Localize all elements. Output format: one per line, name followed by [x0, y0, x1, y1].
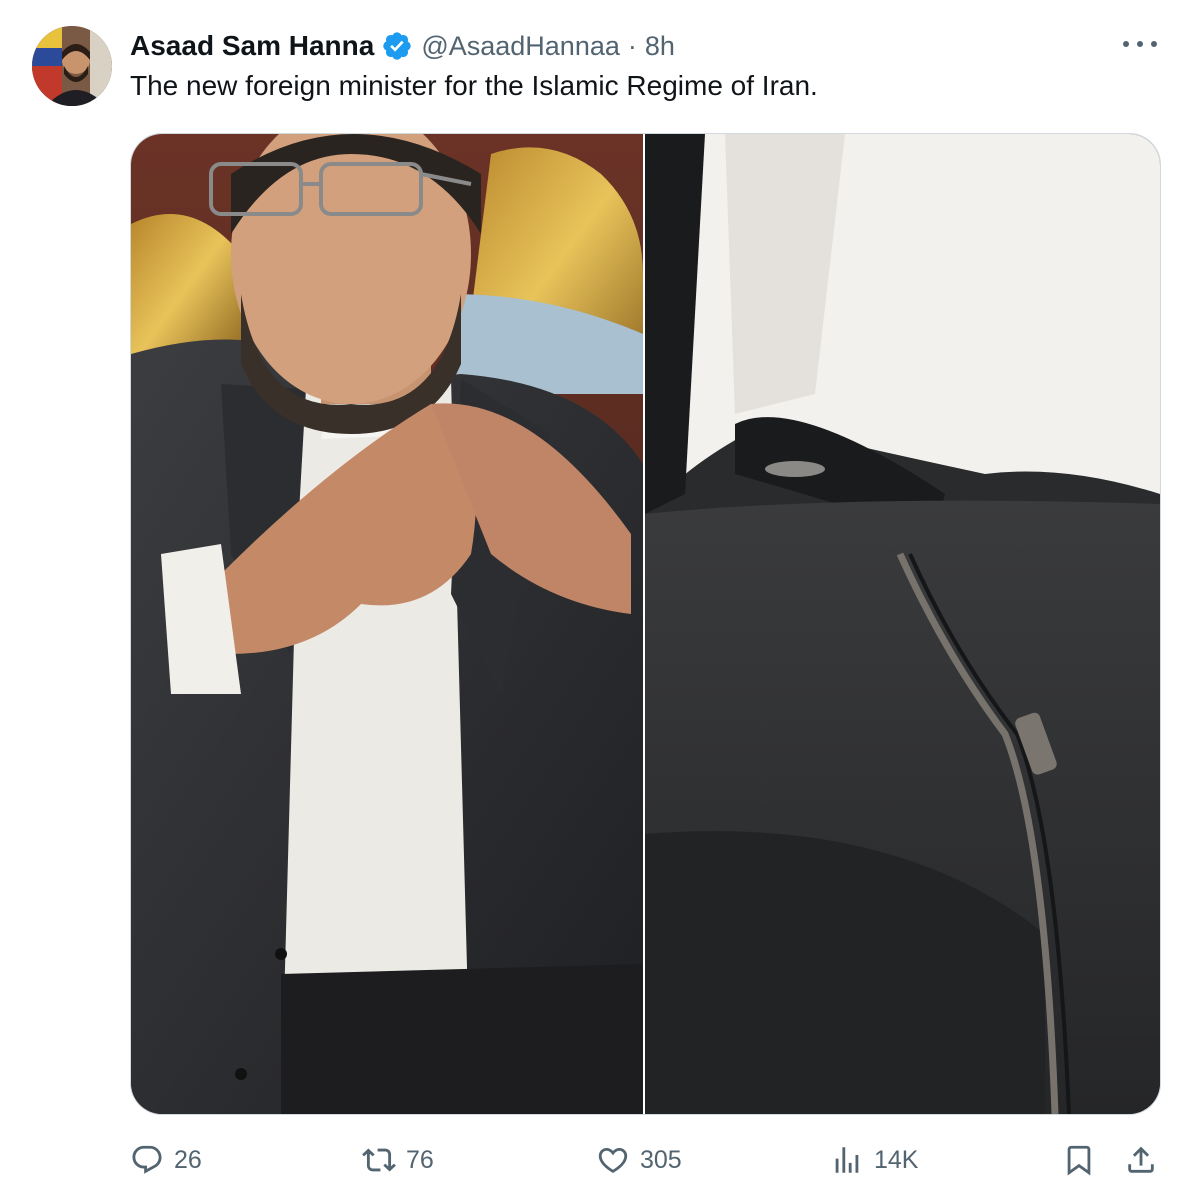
retweet-count: 76 — [406, 1145, 434, 1174]
action-bar: 26 76 305 14K — [0, 1130, 1191, 1190]
more-dot — [1137, 41, 1143, 47]
tweet-card[interactable]: Asaad Sam Hanna @AsaadHannaa · 8h The ne… — [0, 0, 1191, 1200]
tweet-header: Asaad Sam Hanna @AsaadHannaa · 8h — [130, 28, 675, 64]
man-in-suit-photo[interactable] — [131, 134, 643, 1114]
verified-badge-icon[interactable] — [381, 30, 413, 62]
avatar-image — [32, 26, 112, 106]
bookmark-button[interactable] — [1062, 1130, 1096, 1190]
trousers-zipper-photo[interactable] — [645, 134, 1160, 1114]
like-button[interactable]: 305 — [596, 1130, 682, 1190]
avatar[interactable] — [32, 26, 112, 106]
share-icon — [1128, 1146, 1154, 1173]
reply-count: 26 — [174, 1145, 202, 1174]
more-dot — [1123, 41, 1129, 47]
heart-icon — [598, 1147, 628, 1173]
timestamp[interactable]: 8h — [645, 31, 675, 62]
media-grid[interactable] — [130, 133, 1161, 1115]
separator-dot: · — [627, 30, 637, 61]
tweet-text: The new foreign minister for the Islamic… — [130, 70, 818, 101]
share-button[interactable] — [1124, 1130, 1158, 1190]
reply-icon — [132, 1145, 162, 1174]
reply-button[interactable]: 26 — [130, 1130, 202, 1190]
retweet-icon — [362, 1148, 396, 1172]
views-count: 14K — [874, 1145, 919, 1174]
views-chart-icon — [835, 1147, 859, 1173]
author-name[interactable]: Asaad Sam Hanna — [130, 30, 374, 62]
bookmark-icon — [1067, 1145, 1091, 1176]
retweet-button[interactable]: 76 — [362, 1130, 434, 1190]
more-options-icon[interactable] — [1123, 30, 1157, 58]
like-count: 305 — [640, 1145, 682, 1174]
author-handle[interactable]: @AsaadHannaa — [421, 31, 620, 62]
more-dot — [1151, 41, 1157, 47]
views-button[interactable]: 14K — [830, 1130, 918, 1190]
